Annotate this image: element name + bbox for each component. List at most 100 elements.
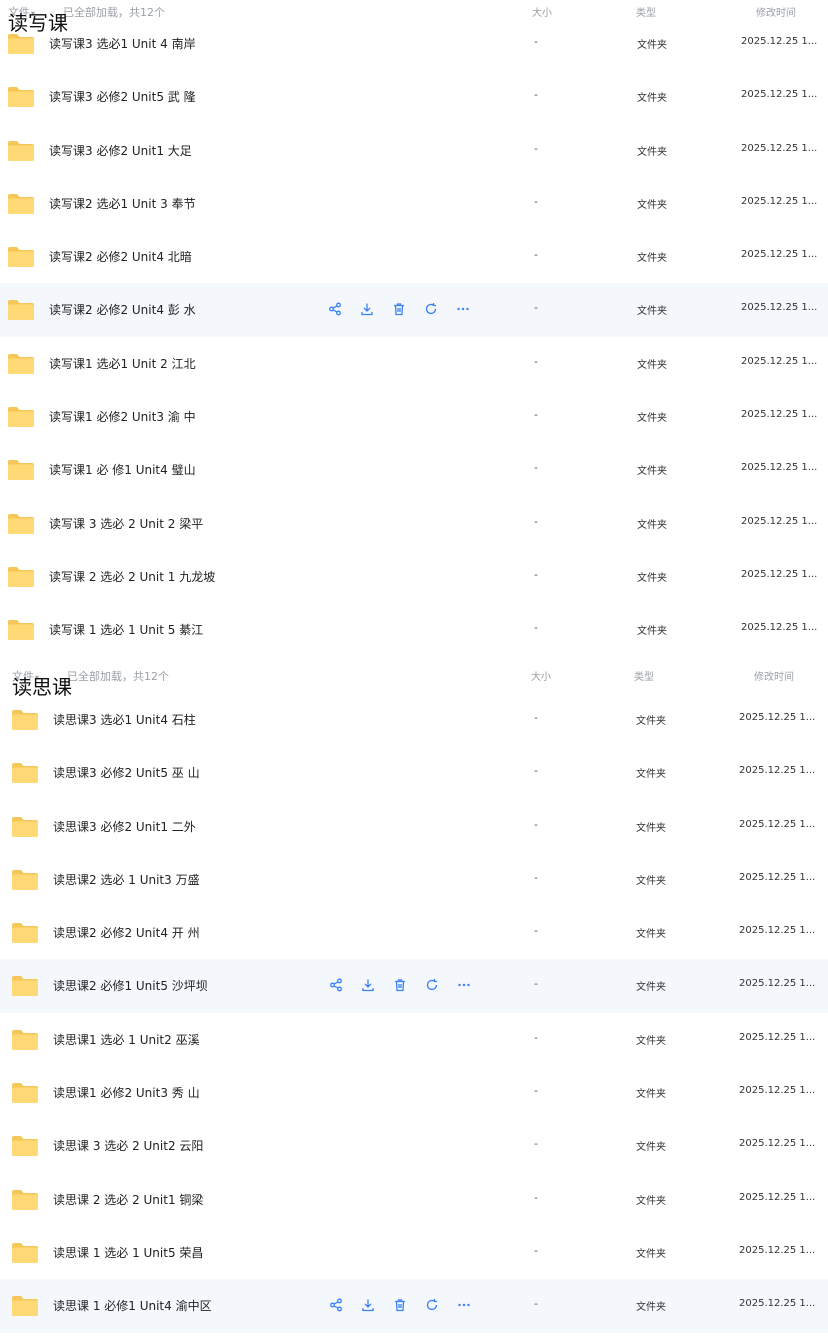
- file-name[interactable]: 读写课3 必修2 Unit1 大足: [49, 142, 192, 159]
- file-name[interactable]: 读思课1 必修2 Unit3 秀 山: [53, 1084, 200, 1101]
- file-type: 文件夹: [636, 1089, 666, 1101]
- table-row[interactable]: 读思课1 选必 1 Unit2 巫溪 - 文件夹 2025.12.25 1...: [0, 1013, 828, 1066]
- file-mtime: 2025.12.25 1...: [741, 142, 818, 154]
- table-row[interactable]: 读写课3 选必1 Unit 4 南岸 - 文件夹 2025.12.25 1...: [0, 17, 828, 70]
- file-name[interactable]: 读思课2 选必 1 Unit3 万盛: [53, 871, 200, 888]
- table-row[interactable]: 读写课 2 选必 2 Unit 1 九龙坡 - 文件夹 2025.12.25 1...: [0, 550, 828, 603]
- file-mtime: 2025.12.25 1...: [739, 1085, 816, 1097]
- file-name[interactable]: 读思课 3 选必 2 Unit2 云阳: [53, 1137, 203, 1154]
- table-row[interactable]: 读写课 3 选必 2 Unit 2 梁平 - 文件夹 2025.12.25 1...: [0, 497, 828, 550]
- file-name[interactable]: 读思课1 选必 1 Unit2 巫溪: [53, 1031, 200, 1048]
- column-type[interactable]: 类型: [634, 668, 654, 683]
- trash-icon[interactable]: [391, 1296, 409, 1314]
- section-title: 读思课: [12, 675, 72, 699]
- file-size: -: [534, 301, 538, 315]
- more-icon[interactable]: [454, 300, 472, 318]
- file-mtime: 2025.12.25 1...: [739, 818, 816, 830]
- file-size: -: [534, 194, 538, 208]
- column-size[interactable]: 大小: [531, 668, 551, 683]
- refresh-icon[interactable]: [423, 1296, 441, 1314]
- file-name[interactable]: 读写课 2 选必 2 Unit 1 九龙坡: [49, 568, 215, 585]
- file-name[interactable]: 读思课 1 选必 1 Unit5 荣昌: [53, 1244, 203, 1261]
- file-size: -: [534, 354, 538, 368]
- file-name[interactable]: 读思课 1 必修1 Unit4 渝中区: [53, 1297, 212, 1314]
- file-name[interactable]: 读写课2 必修2 Unit4 北暗: [49, 248, 192, 265]
- file-name[interactable]: 读写课2 选必1 Unit 3 奉节: [49, 195, 196, 212]
- table-row[interactable]: 读思课 1 必修1 Unit4 渝中区 - 文件夹 2025.12.25 1...: [0, 1279, 828, 1333]
- table-row[interactable]: 读写课2 必修2 Unit4 彭 水 - 文件夹 2025.12.25 1...: [0, 283, 828, 337]
- download-icon[interactable]: [358, 300, 376, 318]
- table-row[interactable]: 读思课3 选必1 Unit4 石柱 - 文件夹 2025.12.25 1...: [0, 693, 828, 746]
- table-row[interactable]: 读思课2 必修1 Unit5 沙坪坝 - 文件夹 2025.12.25 1...: [0, 959, 828, 1013]
- file-name[interactable]: 读写课2 必修2 Unit4 彭 水: [49, 301, 196, 318]
- table-row[interactable]: 读思课3 必修2 Unit1 二外 - 文件夹 2025.12.25 1...: [0, 800, 828, 853]
- table-row[interactable]: 读思课 2 选必 2 Unit1 铜梁 - 文件夹 2025.12.25 1...: [0, 1173, 828, 1226]
- share-icon[interactable]: [326, 300, 344, 318]
- file-type: 文件夹: [637, 626, 667, 638]
- table-row[interactable]: 读思课2 选必 1 Unit3 万盛 - 文件夹 2025.12.25 1...: [0, 853, 828, 906]
- file-name[interactable]: 读写课1 必 修1 Unit4 璧山: [49, 461, 196, 478]
- column-mtime[interactable]: 修改时间: [754, 668, 794, 683]
- file-name[interactable]: 读思课3 必修2 Unit1 二外: [53, 818, 196, 835]
- table-row[interactable]: 读思课1 必修2 Unit3 秀 山 - 文件夹 2025.12.25 1...: [0, 1066, 828, 1119]
- more-icon[interactable]: [455, 1296, 473, 1314]
- download-icon[interactable]: [359, 1296, 377, 1314]
- folder-icon: [11, 1082, 39, 1104]
- file-rows: 读写课3 选必1 Unit 4 南岸 - 文件夹 2025.12.25 1... 读写课…: [0, 17, 828, 657]
- file-list-section-dusike: 文件▾ 已全部加载，共12个 大小 类型 修改时间 读思课 读思课3 选必1 U…: [0, 664, 828, 1333]
- table-row[interactable]: 读写课1 选必1 Unit 2 江北 - 文件夹 2025.12.25 1...: [0, 337, 828, 390]
- file-type: 文件夹: [636, 1248, 666, 1260]
- file-name[interactable]: 读思课3 选必1 Unit4 石柱: [53, 711, 196, 728]
- table-row[interactable]: 读思课2 必修2 Unit4 开 州 - 文件夹 2025.12.25 1...: [0, 906, 828, 959]
- file-type: 文件夹: [637, 40, 667, 51]
- refresh-icon[interactable]: [422, 300, 440, 318]
- file-name[interactable]: 读写课 1 选必 1 Unit 5 綦江: [49, 621, 203, 638]
- file-mtime: 2025.12.25 1...: [741, 568, 818, 580]
- file-name[interactable]: 读思课2 必修2 Unit4 开 州: [53, 924, 200, 941]
- file-type: 文件夹: [636, 1035, 666, 1047]
- folder-icon: [7, 86, 35, 108]
- file-name[interactable]: 读写课 3 选必 2 Unit 2 梁平: [49, 515, 203, 532]
- folder-icon: [11, 1029, 39, 1051]
- more-icon[interactable]: [455, 976, 473, 994]
- share-icon[interactable]: [327, 1296, 345, 1314]
- file-mtime: 2025.12.25 1...: [741, 36, 818, 47]
- file-size: -: [534, 1243, 538, 1257]
- file-name[interactable]: 读思课3 必修2 Unit5 巫 山: [53, 764, 200, 781]
- table-row[interactable]: 读思课3 必修2 Unit5 巫 山 - 文件夹 2025.12.25 1...: [0, 746, 828, 799]
- share-icon[interactable]: [327, 976, 345, 994]
- file-name[interactable]: 读写课3 选必1 Unit 4 南岸: [49, 35, 196, 52]
- file-name[interactable]: 读写课3 必修2 Unit5 武 隆: [49, 88, 196, 105]
- table-row[interactable]: 读写课1 必修2 Unit3 渝 中 - 文件夹 2025.12.25 1...: [0, 390, 828, 443]
- table-row[interactable]: 读写课3 必修2 Unit1 大足 - 文件夹 2025.12.25 1...: [0, 124, 828, 177]
- file-type: 文件夹: [637, 306, 667, 318]
- file-type: 文件夹: [637, 519, 667, 531]
- folder-icon: [7, 406, 35, 428]
- folder-icon: [7, 619, 35, 641]
- table-row[interactable]: 读写课 1 选必 1 Unit 5 綦江 - 文件夹 2025.12.25 1...: [0, 603, 828, 656]
- table-row[interactable]: 读思课 1 选必 1 Unit5 荣昌 - 文件夹 2025.12.25 1...: [0, 1226, 828, 1279]
- trash-icon[interactable]: [390, 300, 408, 318]
- file-name[interactable]: 读写课1 选必1 Unit 2 江北: [49, 355, 196, 372]
- file-size: -: [534, 35, 538, 48]
- refresh-icon[interactable]: [423, 976, 441, 994]
- table-row[interactable]: 读写课3 必修2 Unit5 武 隆 - 文件夹 2025.12.25 1...: [0, 70, 828, 123]
- folder-icon: [11, 1242, 39, 1264]
- file-name[interactable]: 读写课1 必修2 Unit3 渝 中: [49, 408, 196, 425]
- file-name[interactable]: 读思课 2 选必 2 Unit1 铜梁: [53, 1191, 203, 1208]
- table-row[interactable]: 读写课2 必修2 Unit4 北暗 - 文件夹 2025.12.25 1...: [0, 230, 828, 283]
- file-mtime: 2025.12.25 1...: [741, 462, 818, 474]
- folder-icon: [7, 299, 35, 321]
- table-row[interactable]: 读写课1 必 修1 Unit4 璧山 - 文件夹 2025.12.25 1...: [0, 443, 828, 496]
- trash-icon[interactable]: [391, 976, 409, 994]
- file-type: 文件夹: [637, 93, 667, 105]
- download-icon[interactable]: [359, 976, 377, 994]
- table-row[interactable]: 读写课2 选必1 Unit 3 奉节 - 文件夹 2025.12.25 1...: [0, 177, 828, 230]
- file-size: -: [534, 514, 538, 528]
- file-type: 文件夹: [636, 769, 666, 781]
- file-mtime: 2025.12.25 1...: [741, 622, 818, 634]
- file-name[interactable]: 读思课2 必修1 Unit5 沙坪坝: [53, 977, 208, 994]
- table-row[interactable]: 读思课 3 选必 2 Unit2 云阳 - 文件夹 2025.12.25 1...: [0, 1119, 828, 1172]
- file-type: 文件夹: [637, 466, 667, 478]
- folder-icon: [7, 353, 35, 375]
